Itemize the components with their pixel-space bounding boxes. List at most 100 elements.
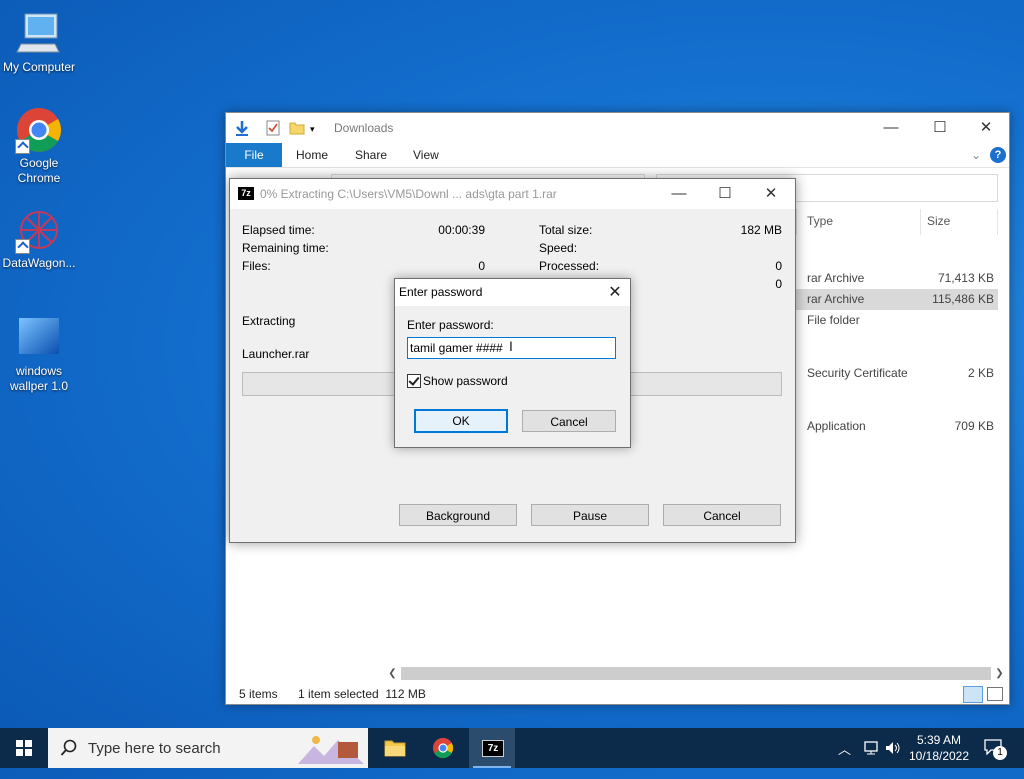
desktop-icon-label: windows wallper 1.0	[9, 364, 69, 393]
chrome-icon	[432, 737, 454, 759]
close-button[interactable]: ✕	[600, 279, 630, 306]
password-label: Enter password:	[407, 318, 494, 332]
file-row[interactable]: rar Archive 71,413 KB	[796, 268, 998, 289]
start-button[interactable]	[0, 728, 48, 768]
background-button[interactable]: Background	[399, 504, 517, 526]
column-header-type[interactable]: Type	[807, 214, 833, 228]
total-size-value: 182 MB	[740, 223, 782, 237]
desktop-icon-datawagon[interactable]: DataWagon...	[0, 206, 78, 271]
shortcut-arrow-icon	[15, 239, 30, 254]
desktop-icon-windows-wallper[interactable]: windows wallper 1.0	[0, 314, 78, 394]
scrollbar-thumb[interactable]	[401, 667, 991, 680]
cancel-button[interactable]: Cancel	[663, 504, 781, 526]
tab-home[interactable]: Home	[296, 143, 328, 167]
taskbar-file-explorer[interactable]	[372, 728, 418, 768]
password-dialog: Enter password ✕ Enter password: Show pa…	[394, 278, 631, 448]
ok-button[interactable]: OK	[414, 409, 508, 433]
minimize-button[interactable]: —	[868, 113, 914, 143]
text-cursor-icon: I	[509, 338, 513, 354]
show-hidden-icons-icon[interactable]: ︿	[838, 739, 851, 779]
properties-icon[interactable]	[266, 120, 280, 139]
file-size: 115,486 KB	[932, 292, 994, 306]
search-icon	[60, 739, 77, 756]
column-divider	[997, 209, 998, 235]
windows-logo-icon	[16, 740, 32, 756]
taskbar-chrome[interactable]	[420, 728, 466, 768]
close-button[interactable]: ✕	[748, 179, 794, 209]
file-row[interactable]: Security Certificate 2 KB	[796, 363, 998, 384]
file-type: rar Archive	[807, 271, 865, 285]
file-type: Security Certificate	[807, 366, 908, 380]
ribbon-expand-icon[interactable]: ⌄	[971, 143, 981, 167]
status-bar: 5 items 1 item selected 112 MB	[226, 685, 1009, 703]
wallpaper-icon	[15, 314, 63, 362]
7zip-icon: 7z	[482, 740, 504, 757]
chrome-icon	[15, 106, 63, 154]
notification-count-badge: 1	[993, 746, 1007, 760]
current-file-name: Launcher.rar	[242, 347, 310, 361]
minimize-button[interactable]: —	[656, 179, 702, 209]
explorer-titlebar: ▾ Downloads — ☐ ✕	[226, 113, 1009, 143]
desktop-icon-google-chrome[interactable]: Google Chrome	[0, 106, 78, 186]
cancel-button[interactable]: Cancel	[522, 410, 616, 432]
notification-center-button[interactable]: 1	[980, 728, 1020, 768]
system-clock[interactable]: 5:39 AM 10/18/2022	[904, 732, 974, 764]
password-dialog-title: Enter password	[399, 285, 483, 299]
file-type: rar Archive	[807, 292, 865, 306]
password-dialog-titlebar: Enter password ✕	[395, 279, 630, 306]
speed-label: Speed:	[539, 241, 578, 255]
network-icon[interactable]	[863, 740, 881, 756]
elapsed-time-value: 00:00:39	[438, 223, 485, 237]
tab-view[interactable]: View	[413, 143, 439, 167]
new-folder-icon[interactable]	[289, 120, 305, 139]
show-password-label[interactable]: Show password	[423, 374, 508, 388]
pause-button[interactable]: Pause	[531, 504, 649, 526]
datawagon-icon	[15, 206, 63, 254]
taskbar: Type here to search 7z ︿ 5:39 AM 10/18/2…	[0, 728, 1024, 768]
scroll-left-icon[interactable]: ❮	[384, 665, 401, 682]
details-view-icon[interactable]	[963, 686, 983, 703]
file-type: Application	[807, 419, 866, 433]
volume-icon[interactable]	[885, 740, 901, 756]
file-size: 2 KB	[967, 366, 994, 380]
file-row[interactable]: Application 709 KB	[796, 416, 998, 437]
desktop-icon-my-computer[interactable]: My Computer	[0, 10, 78, 75]
files-label: Files:	[242, 259, 271, 273]
processed-value: 0	[775, 259, 782, 273]
large-icons-view-icon[interactable]	[987, 687, 1003, 701]
shortcut-arrow-icon	[15, 139, 30, 154]
help-icon[interactable]: ?	[990, 147, 1006, 163]
computer-icon	[15, 10, 63, 58]
extraction-titlebar: 7z 0% Extracting C:\Users\VM5\Downl ... …	[230, 179, 795, 209]
elapsed-time-label: Elapsed time:	[242, 223, 315, 237]
extracting-label: Extracting	[242, 314, 296, 328]
maximize-button[interactable]: ☐	[702, 179, 748, 209]
folder-icon	[384, 740, 406, 757]
processed-label: Processed:	[539, 259, 600, 273]
taskbar-search-box[interactable]: Type here to search	[48, 728, 368, 768]
taskbar-7zip[interactable]: 7z	[469, 728, 515, 768]
clock-time: 5:39 AM	[916, 733, 962, 747]
tab-file[interactable]: File	[226, 143, 282, 167]
file-size: 71,413 KB	[937, 271, 994, 285]
clock-date: 10/18/2022	[908, 749, 970, 763]
quick-access-dropdown-icon[interactable]: ▾	[310, 124, 315, 135]
search-highlight-image	[294, 730, 366, 766]
show-password-checkbox[interactable]	[407, 374, 421, 388]
files-value: 0	[478, 259, 485, 273]
remaining-time-label: Remaining time:	[242, 241, 329, 255]
scroll-right-icon[interactable]: ❯	[991, 665, 1008, 682]
7zip-logo-icon: 7z	[238, 187, 254, 200]
horizontal-scrollbar[interactable]: ❮ ❯	[384, 665, 1008, 682]
extraction-title: 0% Extracting C:\Users\VM5\Downl ... ads…	[260, 187, 557, 201]
close-button[interactable]: ✕	[963, 113, 1009, 143]
desktop-icon-label: DataWagon...	[2, 256, 76, 270]
column-divider	[796, 209, 797, 235]
tab-share[interactable]: Share	[355, 143, 387, 167]
maximize-button[interactable]: ☐	[917, 113, 963, 143]
explorer-title: Downloads	[334, 121, 394, 135]
file-row-selected[interactable]: rar Archive 115,486 KB	[796, 289, 998, 310]
column-divider	[920, 209, 921, 235]
column-header-size[interactable]: Size	[927, 214, 950, 228]
file-row[interactable]: File folder	[796, 310, 998, 331]
